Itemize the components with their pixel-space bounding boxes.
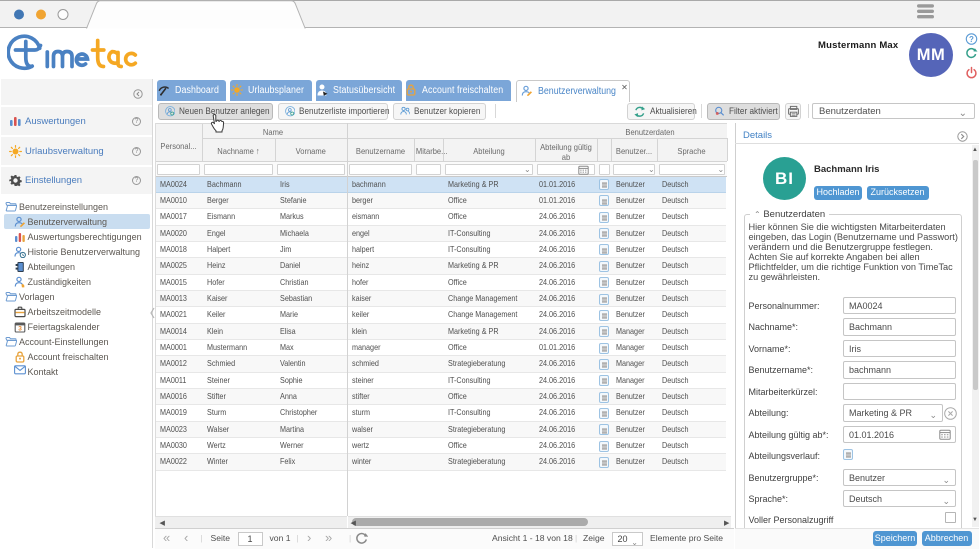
svg-text:3: 3 — [18, 325, 22, 332]
svg-text:?: ? — [969, 35, 974, 44]
